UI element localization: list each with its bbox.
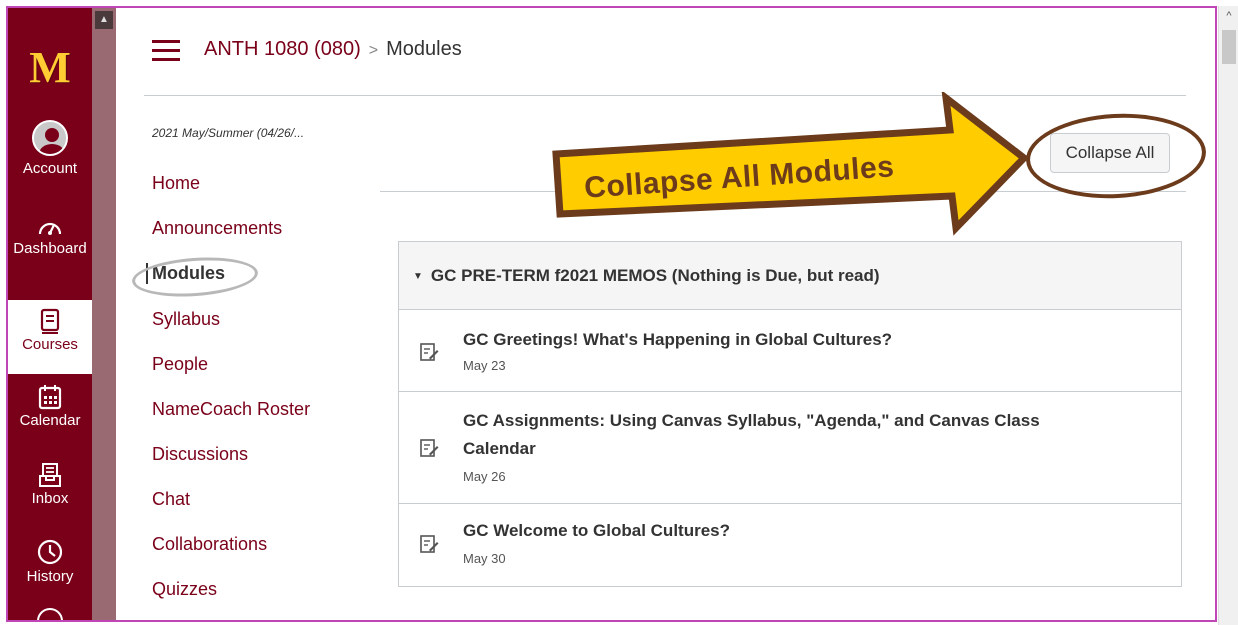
global-nav-label: Calendar [19, 412, 81, 429]
module-header[interactable]: ▼ GC PRE-TERM f2021 MEMOS (Nothing is Due… [399, 242, 1181, 310]
global-nav-label: Account [22, 160, 78, 177]
browser-frame: M Account Dashboard Courses Calendar Inb… [6, 6, 1217, 622]
page-scrollbar[interactable]: ^ [1218, 6, 1238, 625]
user-avatar-icon [32, 120, 68, 156]
global-nav-calendar[interactable]: Calendar [8, 384, 92, 430]
global-navigation: M Account Dashboard Courses Calendar Inb… [8, 8, 92, 620]
module-item-date: May 30 [463, 551, 506, 566]
courses-book-icon [40, 308, 60, 334]
module-item-date: May 23 [463, 358, 506, 373]
global-nav-history[interactable]: History [8, 538, 92, 586]
course-term: 2021 May/Summer (04/26/... [152, 126, 305, 140]
hamburger-menu-icon[interactable] [152, 40, 180, 61]
modules-highlight-circle [130, 253, 260, 301]
course-nav-chat[interactable]: Chat [152, 489, 190, 510]
university-logo[interactable]: M [20, 46, 80, 90]
global-nav-inbox[interactable]: Inbox [8, 462, 92, 508]
collapse-all-highlight-circle [1023, 109, 1209, 203]
global-nav-account[interactable]: Account [8, 120, 92, 178]
module-item[interactable]: GC Welcome to Global Cultures? May 30 [399, 504, 1181, 586]
breadcrumb: ANTH 1080 (080) > Modules [204, 38, 462, 61]
scroll-up-arrow-icon[interactable]: ▲ [95, 11, 113, 29]
course-nav-quizzes[interactable]: Quizzes [152, 579, 217, 600]
course-nav-people[interactable]: People [152, 354, 208, 375]
global-nav-label: Dashboard [13, 240, 87, 257]
scroll-up-arrow-icon[interactable]: ^ [1223, 10, 1235, 22]
inbox-icon [39, 463, 61, 487]
help-icon[interactable] [37, 608, 63, 620]
breadcrumb-course-link[interactable]: ANTH 1080 (080) [204, 38, 361, 60]
breadcrumb-separator: > [368, 42, 379, 59]
course-nav-discussions[interactable]: Discussions [152, 444, 248, 465]
global-nav-label: Inbox [31, 490, 69, 507]
course-nav-namecoach-roster[interactable]: NameCoach Roster [152, 399, 310, 420]
dashboard-gauge-icon [38, 222, 62, 235]
course-nav-collaborations[interactable]: Collaborations [152, 534, 267, 555]
page-edit-icon [420, 535, 439, 553]
global-nav-label: History [26, 568, 74, 585]
module-item-title[interactable]: GC Greetings! What's Happening in Global… [463, 327, 892, 353]
module-item-title[interactable]: GC Assignments: Using Canvas Syllabus, "… [463, 408, 1040, 434]
breadcrumb-current: Modules [386, 38, 462, 60]
global-nav-scrollbar[interactable]: ▲ [92, 8, 116, 620]
module-item[interactable]: GC Assignments: Using Canvas Syllabus, "… [399, 392, 1181, 504]
global-nav-label: Courses [22, 336, 78, 353]
history-clock-icon [37, 539, 63, 565]
calendar-icon [38, 385, 62, 410]
global-nav-dashboard[interactable]: Dashboard [8, 216, 92, 258]
main-content: ANTH 1080 (080) > Modules 2021 May/Summer … [116, 8, 1215, 620]
page-edit-icon [420, 343, 439, 361]
module-item-title-continued[interactable]: Calendar [463, 436, 536, 462]
page-edit-icon [420, 439, 439, 457]
module-title: GC PRE-TERM f2021 MEMOS (Nothing is Due,… [430, 266, 880, 285]
scrollbar-thumb[interactable] [1222, 30, 1236, 64]
module-container: ▼ GC PRE-TERM f2021 MEMOS (Nothing is Due… [398, 241, 1182, 587]
course-nav-syllabus[interactable]: Syllabus [152, 309, 220, 330]
course-nav-home[interactable]: Home [152, 173, 200, 194]
collapse-triangle-icon[interactable]: ▼ [413, 271, 423, 282]
global-nav-courses[interactable]: Courses [8, 300, 92, 374]
module-item-date: May 26 [463, 469, 506, 484]
module-item-title[interactable]: GC Welcome to Global Cultures? [463, 518, 730, 544]
module-item[interactable]: GC Greetings! What's Happening in Global… [399, 310, 1181, 392]
course-nav-announcements[interactable]: Announcements [152, 218, 282, 239]
